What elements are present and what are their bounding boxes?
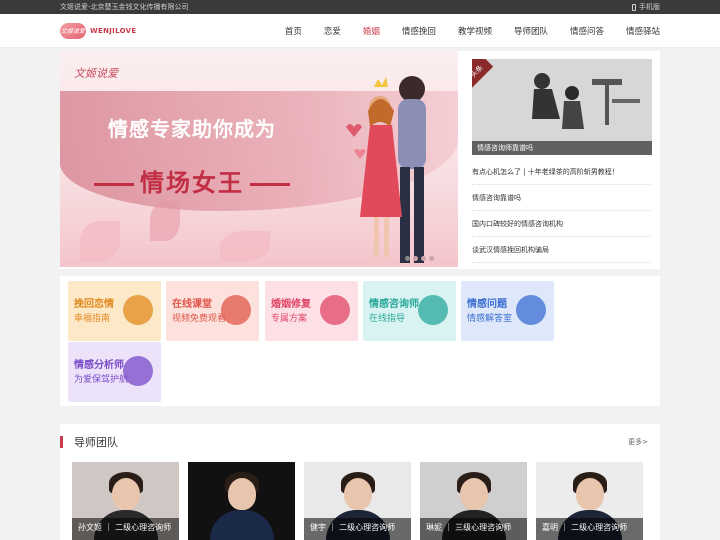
headline-panel: 头条 情感咨询师靠谱吗 有点心机怎么了 | 十年老绿茶的高阶斩男教程！ 情感咨询靠… xyxy=(472,59,652,263)
bulb-icon xyxy=(516,295,546,325)
mentor-photo-body xyxy=(209,510,274,540)
hero-banner[interactable]: 文姬说爱 情感专家助你成为 情场女王 xyxy=(60,51,458,267)
nav-item[interactable]: 情感驿站 xyxy=(626,25,660,37)
mentor-card[interactable]: 健宇 ｜ 二级心理咨询师 xyxy=(304,462,411,540)
nav-item[interactable]: 婚姻 xyxy=(363,25,380,37)
feature-card-title: 在线课堂 xyxy=(172,299,212,310)
mentor-photo-face xyxy=(111,478,140,510)
nav-item[interactable]: 首页 xyxy=(285,25,302,37)
feature-card[interactable]: 情感咨询师 在线指导 xyxy=(363,281,456,341)
banner-title: 情感专家助你成为 xyxy=(108,117,276,141)
feature-card-subtitle: 视频免费观看 xyxy=(172,314,227,324)
heart-icon xyxy=(320,295,350,325)
headline-item[interactable]: 有点心机怎么了 | 十年老绿茶的高阶斩男教程！ xyxy=(472,159,652,185)
book-icon xyxy=(123,295,153,325)
nav-item[interactable]: 情感挽回 xyxy=(402,25,436,37)
feature-card[interactable]: 情感问题 情感解答室 xyxy=(461,281,554,341)
diamond-icon xyxy=(221,295,251,325)
feature-card-title: 情感问题 xyxy=(467,299,507,310)
headline-item[interactable]: 国内口碑较好的情感咨询机构 xyxy=(472,211,652,237)
mentor-photo-face xyxy=(343,478,372,510)
mentor-card[interactable]: 孙文姬 ｜ 二级心理咨询师 xyxy=(72,462,179,540)
mentor-name: 孙文姬 ｜ 二级心理咨询师 xyxy=(72,518,179,540)
mobile-label: 手机版 xyxy=(639,3,660,11)
feature-card[interactable]: 情感分析师为爱保驾护航 xyxy=(68,342,161,402)
drop-icon xyxy=(123,356,153,386)
carousel-dots[interactable] xyxy=(405,256,434,261)
mentor-card[interactable] xyxy=(188,462,295,540)
headline-item[interactable]: 谈武汉情感挽回机构骗局 xyxy=(472,237,652,263)
section-accent-bar xyxy=(60,436,63,448)
mentor-name: 健宇 ｜ 二级心理咨询师 xyxy=(304,518,411,540)
feature-card-title: 情感分析师 xyxy=(74,360,124,371)
house-icon xyxy=(418,295,448,325)
logo-mark: 文姬说爱 xyxy=(60,22,86,39)
header: 文姬说爱 WENJILOVE 首页 恋爱 婚姻 情感挽回 教学视频 导师团队 情感问答 情感驿… xyxy=(0,14,720,48)
headline-image[interactable]: 头条 情感咨询师靠谱吗 xyxy=(472,59,652,155)
nav-item[interactable]: 情感问答 xyxy=(570,25,604,37)
feature-card-title: 婚姻修复 xyxy=(271,299,311,310)
feature-card-title: 挽回恋情 xyxy=(74,299,114,310)
logo-text: WENJILOVE xyxy=(90,26,137,35)
team-title: 导师团队 xyxy=(74,436,118,449)
headline-item[interactable]: 情感咨询靠谱吗 xyxy=(472,185,652,211)
feature-card-subtitle: 专属方案 xyxy=(271,314,308,324)
feature-card[interactable]: 挽回恋情 幸福指南 xyxy=(68,281,161,341)
nav-item[interactable]: 恋爱 xyxy=(324,25,341,37)
team-more-link[interactable]: 更多> xyxy=(628,437,648,447)
banner-subtitle: 情场女王 xyxy=(88,163,296,198)
nav-item[interactable]: 教学视频 xyxy=(458,25,492,37)
mobile-link[interactable]: 手机版 xyxy=(632,2,660,12)
site-logo[interactable]: 文姬说爱 WENJILOVE xyxy=(60,22,137,39)
feature-card[interactable]: 在线课堂视频免费观看 xyxy=(166,281,259,341)
main-nav: 首页 恋爱 婚姻 情感挽回 教学视频 导师团队 情感问答 情感驿站 xyxy=(263,25,660,37)
mentor-card[interactable]: 琳妮 ｜ 三级心理咨询师 xyxy=(420,462,527,540)
feature-card-title: 情感咨询师 xyxy=(369,299,419,310)
feature-cards: 挽回恋情 幸福指南 在线课堂 视频免费观看 婚姻修复 专属方案 情感咨询师 在线指导 情感问题情… xyxy=(60,276,660,406)
feature-card-subtitle: 情感解答室 xyxy=(467,314,513,324)
mentor-photo-face xyxy=(459,478,488,510)
mentor-photo-face xyxy=(227,478,256,510)
hero-section: 文姬说爱 情感专家助你成为 情场女王 头条 情感咨询师靠谱吗 有点心机怎么了 |… xyxy=(60,51,660,269)
headline-list: 有点心机怎么了 | 十年老绿茶的高阶斩男教程！ 情感咨询靠谱吗 国内口碑较好的情感咨… xyxy=(472,159,652,263)
mentor-name: 琳妮 ｜ 三级心理咨询师 xyxy=(420,518,527,540)
top-bar: 文姬说爱-北京楚玉金钱文化传播有限公司 手机版 xyxy=(0,0,720,14)
feature-card-subtitle: 在线指导 xyxy=(369,314,406,324)
feature-card[interactable]: 婚姻修复 专属方案 xyxy=(265,281,358,341)
mentor-photo-face xyxy=(575,478,604,510)
headline-caption: 情感咨询师靠谱吗 xyxy=(472,141,652,155)
feature-card-subtitle: 幸福指南 xyxy=(74,314,111,324)
couple-illustration xyxy=(346,76,426,263)
mentor-name: 嘉明 ｜ 二级心理咨询师 xyxy=(536,518,643,540)
feature-card-subtitle: 为爱保驾护航 xyxy=(74,375,129,385)
banner-logo: 文姬说爱 xyxy=(74,67,118,80)
mentor-card[interactable]: 嘉明 ｜ 二级心理咨询师 xyxy=(536,462,643,540)
team-section: 导师团队 更多> 孙文姬 ｜ 二级心理咨询师 健宇 ｜ 二级心理咨询师 琳妮 ｜ 三… xyxy=(60,424,660,540)
phone-icon xyxy=(632,3,636,11)
company-name: 文姬说爱-北京楚玉金钱文化传播有限公司 xyxy=(60,3,189,11)
nav-item[interactable]: 导师团队 xyxy=(514,25,548,37)
